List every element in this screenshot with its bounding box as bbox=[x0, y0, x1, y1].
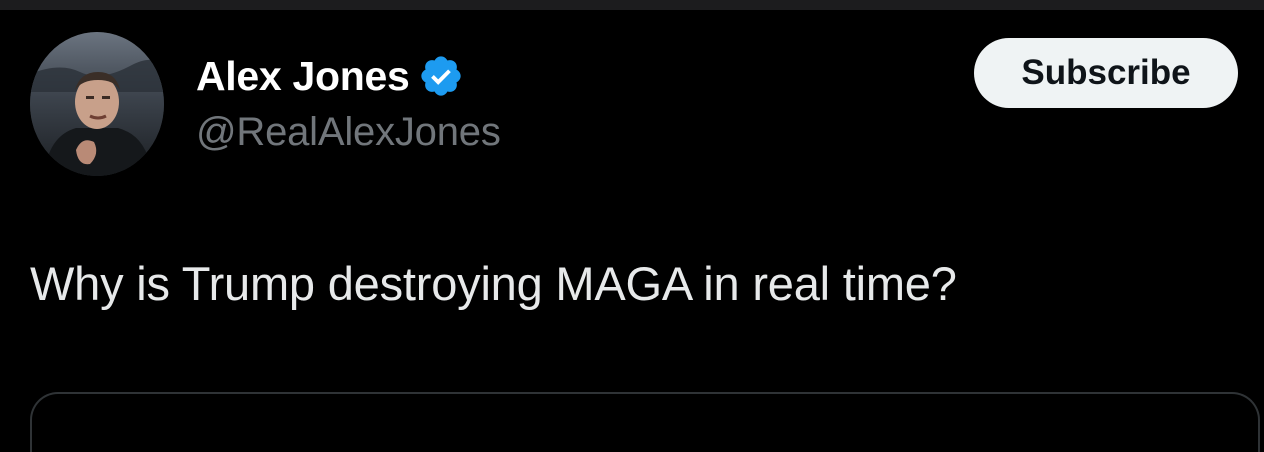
post-text: Why is Trump destroying MAGA in real tim… bbox=[30, 257, 957, 310]
subscribe-button[interactable]: Subscribe bbox=[974, 38, 1238, 108]
author-display-name[interactable]: Alex Jones bbox=[196, 53, 410, 100]
embedded-card[interactable] bbox=[30, 392, 1260, 452]
verified-badge-icon[interactable] bbox=[418, 53, 464, 99]
top-bar bbox=[0, 0, 1264, 10]
profile-photo-icon bbox=[30, 32, 164, 176]
author-handle[interactable]: @RealAlexJones bbox=[196, 110, 501, 155]
post-card: Alex Jones @RealAlexJones Subscribe Why … bbox=[0, 10, 1264, 452]
author-name-row: Alex Jones bbox=[196, 52, 464, 100]
author-avatar[interactable] bbox=[30, 32, 164, 176]
